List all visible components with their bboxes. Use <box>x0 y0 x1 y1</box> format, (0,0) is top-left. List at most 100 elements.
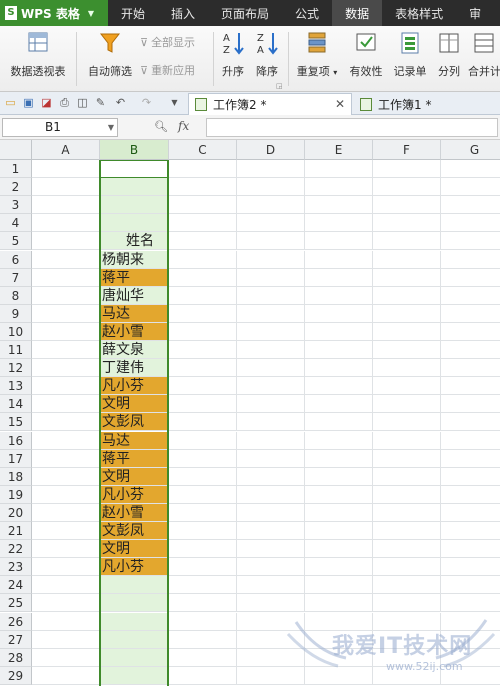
cell-d25[interactable] <box>237 594 305 613</box>
cell-f11[interactable] <box>373 341 441 359</box>
cell-b16[interactable]: 马达 <box>100 431 169 450</box>
cell-d9[interactable] <box>237 304 305 323</box>
cell-g7[interactable] <box>441 269 500 287</box>
cell-a26[interactable] <box>32 612 100 631</box>
cell-f16[interactable] <box>373 431 441 450</box>
cell-c21[interactable] <box>169 522 237 540</box>
cell-f15[interactable] <box>373 413 441 432</box>
cell-c3[interactable] <box>169 196 237 215</box>
cell-a1[interactable] <box>32 160 100 178</box>
cell-d5[interactable] <box>237 232 305 251</box>
sort-ascending-button[interactable]: AZ 升序 <box>218 30 248 79</box>
cell-a3[interactable] <box>32 196 100 215</box>
cell-g18[interactable] <box>441 468 500 486</box>
row-header-23[interactable]: 23 <box>0 558 32 577</box>
cell-f24[interactable] <box>373 576 441 595</box>
cell-b6[interactable]: 杨朝来 <box>100 250 169 269</box>
cell-a14[interactable] <box>32 395 100 414</box>
cell-d13[interactable] <box>237 377 305 396</box>
cell-c1[interactable] <box>169 160 237 178</box>
cell-g26[interactable] <box>441 613 500 631</box>
cell-a2[interactable] <box>32 178 100 197</box>
export-pdf-icon[interactable]: ◪ <box>40 96 53 109</box>
cell-g15[interactable] <box>441 413 500 432</box>
row-header-5[interactable]: 5 <box>0 232 32 251</box>
cell-c2[interactable] <box>169 178 237 197</box>
cell-c18[interactable] <box>169 467 237 486</box>
cell-a4[interactable] <box>32 214 100 233</box>
cell-g23[interactable] <box>441 558 500 577</box>
cell-b11[interactable]: 薛文泉 <box>100 341 169 359</box>
cell-f3[interactable] <box>373 196 441 215</box>
cell-e16[interactable] <box>305 431 373 450</box>
pivot-table-button[interactable]: 数据透视表 <box>6 30 70 79</box>
cell-a17[interactable] <box>32 449 100 468</box>
cell-c23[interactable] <box>169 558 237 577</box>
cell-b3[interactable] <box>100 196 169 215</box>
cell-e21[interactable] <box>305 522 373 540</box>
cell-c12[interactable] <box>169 359 237 378</box>
cell-e15[interactable] <box>305 413 373 432</box>
cell-c5[interactable] <box>169 232 237 251</box>
cell-g12[interactable] <box>441 359 500 378</box>
cell-g13[interactable] <box>441 377 500 396</box>
cell-b29[interactable] <box>100 666 169 685</box>
cell-a15[interactable] <box>32 413 100 432</box>
cell-f12[interactable] <box>373 359 441 378</box>
cell-b23[interactable]: 凡小芬 <box>100 558 169 577</box>
print-icon[interactable]: ⎙ <box>58 96 71 109</box>
print-preview-icon[interactable]: ◫ <box>76 96 89 109</box>
row-header-11[interactable]: 11 <box>0 341 32 359</box>
tab-workbook-2[interactable]: 工作簿2 * ✕ <box>188 93 352 115</box>
menu-table-style[interactable]: 表格样式 <box>382 0 456 26</box>
cell-c17[interactable] <box>169 449 237 468</box>
cell-b14[interactable]: 文明 <box>100 395 169 414</box>
cell-d29[interactable] <box>237 666 305 685</box>
cell-b22[interactable]: 文明 <box>100 540 169 559</box>
cell-f10[interactable] <box>373 322 441 341</box>
cell-e22[interactable] <box>305 540 373 559</box>
cell-c25[interactable] <box>169 594 237 613</box>
cell-f8[interactable] <box>373 286 441 305</box>
cell-a13[interactable] <box>32 377 100 396</box>
row-header-16[interactable]: 16 <box>0 431 32 450</box>
cell-b5[interactable]: 姓名 <box>100 232 169 251</box>
cell-b4[interactable] <box>100 214 169 233</box>
cell-a16[interactable] <box>32 431 100 450</box>
row-header-14[interactable]: 14 <box>0 395 32 414</box>
show-all-button[interactable]: ⊽ 全部显示 <box>140 34 195 50</box>
cell-e13[interactable] <box>305 377 373 396</box>
row-header-4[interactable]: 4 <box>0 214 32 233</box>
cell-a20[interactable] <box>32 503 100 522</box>
row-header-20[interactable]: 20 <box>0 503 32 522</box>
cell-e25[interactable] <box>305 594 373 613</box>
cell-g11[interactable] <box>441 341 500 359</box>
cell-g14[interactable] <box>441 395 500 414</box>
cell-d4[interactable] <box>237 214 305 233</box>
cell-f29[interactable] <box>373 666 441 685</box>
cell-g3[interactable] <box>441 196 500 215</box>
cell-g4[interactable] <box>441 214 500 233</box>
cell-e29[interactable] <box>305 666 373 685</box>
column-header-c[interactable]: C <box>169 140 237 160</box>
cell-d1[interactable] <box>237 160 305 178</box>
cell-f20[interactable] <box>373 503 441 522</box>
cell-a11[interactable] <box>32 341 100 359</box>
cell-b28[interactable] <box>100 648 169 667</box>
cell-b7[interactable]: 蒋平 <box>100 268 169 287</box>
cell-e6[interactable] <box>305 250 373 269</box>
cell-f23[interactable] <box>373 558 441 577</box>
cell-a19[interactable] <box>32 485 100 504</box>
cell-d15[interactable] <box>237 413 305 432</box>
cell-e27[interactable] <box>305 630 373 649</box>
row-header-29[interactable]: 29 <box>0 666 32 685</box>
row-header-27[interactable]: 27 <box>0 630 32 649</box>
cell-e4[interactable] <box>305 214 373 233</box>
menu-formula[interactable]: 公式 <box>282 0 332 26</box>
cell-b17[interactable]: 蒋平 <box>100 449 169 468</box>
cell-d8[interactable] <box>237 286 305 305</box>
cell-c10[interactable] <box>169 322 237 341</box>
cell-c9[interactable] <box>169 304 237 323</box>
cell-c27[interactable] <box>169 630 237 649</box>
split-button[interactable]: 分列 <box>434 30 464 79</box>
